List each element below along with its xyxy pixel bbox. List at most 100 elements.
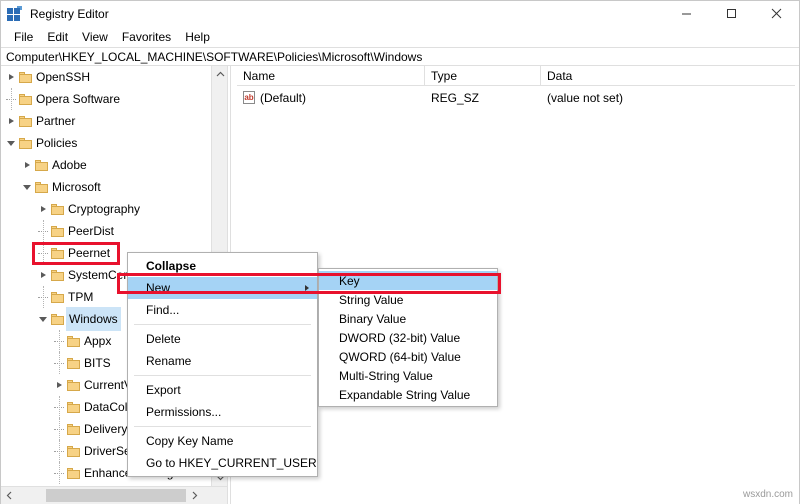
context-menu-item-label: New bbox=[146, 281, 171, 295]
context-menu-item-label: Permissions... bbox=[146, 405, 222, 419]
context-menu-item-label: Rename bbox=[146, 354, 192, 368]
value-type-cell: REG_SZ bbox=[431, 90, 480, 105]
context-menu-item-collapse[interactable]: Collapse bbox=[128, 255, 317, 277]
tree-item-openssh[interactable]: OpenSSH bbox=[1, 66, 211, 88]
tree-item-peerdist[interactable]: PeerDist bbox=[1, 220, 211, 242]
scroll-up-icon[interactable] bbox=[212, 66, 227, 83]
column-header-type[interactable]: Type bbox=[425, 66, 541, 85]
menu-help[interactable]: Help bbox=[178, 28, 217, 46]
tree-item-label: BITS bbox=[84, 356, 111, 370]
tree-connector bbox=[51, 396, 67, 418]
folder-icon bbox=[51, 225, 64, 237]
column-header-data[interactable]: Data bbox=[541, 66, 795, 85]
folder-icon bbox=[19, 137, 32, 149]
tree-item-policies[interactable]: Policies bbox=[1, 132, 211, 154]
folder-icon bbox=[51, 291, 64, 303]
menu-view[interactable]: View bbox=[75, 28, 115, 46]
tree-item-label: Policies bbox=[36, 136, 78, 150]
close-icon[interactable] bbox=[754, 1, 799, 26]
chevron-right-icon[interactable] bbox=[3, 66, 19, 88]
menu-separator bbox=[134, 324, 311, 325]
tree-connector bbox=[35, 220, 51, 242]
submenu-item-multi-string-value[interactable]: Multi-String Value bbox=[319, 366, 497, 385]
menu-file[interactable]: File bbox=[7, 28, 40, 46]
folder-icon bbox=[35, 159, 48, 171]
context-menu-item-new[interactable]: New bbox=[128, 277, 317, 299]
chevron-right-icon[interactable] bbox=[35, 198, 51, 220]
context-menu-item-go-to-hkey-current-user[interactable]: Go to HKEY_CURRENT_USER bbox=[128, 452, 317, 474]
tree-hscroll-thumb[interactable] bbox=[46, 489, 186, 502]
submenu-item-string-value[interactable]: String Value bbox=[319, 290, 497, 309]
tree-connector bbox=[51, 330, 67, 352]
context-menu-item-copy-key-name[interactable]: Copy Key Name bbox=[128, 430, 317, 452]
context-menu-item-label: Go to HKEY_CURRENT_USER bbox=[146, 456, 317, 470]
address-bar[interactable]: Computer\HKEY_LOCAL_MACHINE\SOFTWARE\Pol… bbox=[1, 47, 799, 66]
submenu-item-expandable-string-value[interactable]: Expandable String Value bbox=[319, 385, 497, 404]
tree-connector bbox=[35, 242, 51, 264]
maximize-icon[interactable] bbox=[709, 1, 754, 26]
folder-icon bbox=[51, 313, 64, 325]
registry-editor-icon bbox=[7, 5, 23, 22]
registry-path: Computer\HKEY_LOCAL_MACHINE\SOFTWARE\Pol… bbox=[6, 49, 423, 64]
tree-item-label: Microsoft bbox=[52, 180, 101, 194]
context-menu-item-delete[interactable]: Delete bbox=[128, 328, 317, 350]
tree-item-adobe[interactable]: Adobe bbox=[1, 154, 211, 176]
tree-connector bbox=[3, 88, 19, 110]
column-header-name[interactable]: Name bbox=[237, 66, 425, 85]
table-row[interactable]: ab (Default) REG_SZ (value not set) bbox=[237, 87, 795, 108]
window-controls bbox=[664, 1, 799, 26]
folder-icon bbox=[19, 115, 32, 127]
chevron-right-icon[interactable] bbox=[51, 374, 67, 396]
submenu-item-qword-64-bit-value[interactable]: QWORD (64-bit) Value bbox=[319, 347, 497, 366]
registry-editor-window: Registry Editor File Edit View Favorites… bbox=[0, 0, 800, 504]
context-menu-item-rename[interactable]: Rename bbox=[128, 350, 317, 372]
folder-icon bbox=[67, 401, 80, 413]
submenu-item-binary-value[interactable]: Binary Value bbox=[319, 309, 497, 328]
tree-connector bbox=[51, 418, 67, 440]
menu-edit[interactable]: Edit bbox=[40, 28, 75, 46]
watermark: wsxdn.com bbox=[742, 489, 793, 500]
tree-item-label: PeerDist bbox=[68, 224, 115, 238]
tree-item-opera-software[interactable]: Opera Software bbox=[1, 88, 211, 110]
tree-item-label: Cryptography bbox=[68, 202, 141, 216]
tree-item-microsoft[interactable]: Microsoft bbox=[1, 176, 211, 198]
minimize-icon[interactable] bbox=[664, 1, 709, 26]
chevron-right-icon[interactable] bbox=[35, 264, 51, 286]
new-submenu[interactable]: Key String Value Binary Value DWORD (32-bit… bbox=[318, 268, 498, 407]
tree-item-label: Windows bbox=[66, 307, 121, 331]
folder-icon bbox=[67, 423, 80, 435]
chevron-right-icon[interactable] bbox=[19, 154, 35, 176]
context-menu-item-export[interactable]: Export bbox=[128, 379, 317, 401]
tree-item-label: OpenSSH bbox=[36, 70, 91, 84]
chevron-down-icon[interactable] bbox=[19, 176, 35, 198]
folder-icon bbox=[35, 181, 48, 193]
context-menu-item-label: Find... bbox=[146, 303, 180, 317]
tree-item-label: Partner bbox=[36, 114, 76, 128]
context-menu-item-find[interactable]: Find... bbox=[128, 299, 317, 321]
tree-connector bbox=[51, 440, 67, 462]
scroll-left-icon[interactable] bbox=[1, 487, 18, 504]
menu-favorites[interactable]: Favorites bbox=[115, 28, 178, 46]
submenu-item-key[interactable]: Key bbox=[319, 271, 497, 290]
folder-icon bbox=[67, 357, 80, 369]
folder-icon bbox=[67, 467, 80, 479]
context-menu-item-label: Collapse bbox=[146, 259, 197, 273]
tree-item-partner[interactable]: Partner bbox=[1, 110, 211, 132]
submenu-item-dword-32-bit-value[interactable]: DWORD (32-bit) Value bbox=[319, 328, 497, 347]
context-menu[interactable]: Collapse New Find... Delete Rename Export Perm… bbox=[127, 252, 318, 477]
folder-icon bbox=[19, 93, 32, 105]
tree-item-label: Appx bbox=[84, 334, 112, 348]
folder-icon bbox=[67, 379, 80, 391]
chevron-down-icon[interactable] bbox=[35, 308, 51, 330]
chevron-down-icon[interactable] bbox=[3, 132, 19, 154]
context-menu-item-label: Delete bbox=[146, 332, 181, 346]
context-menu-item-permissions[interactable]: Permissions... bbox=[128, 401, 317, 423]
tree-item-label: Opera Software bbox=[36, 92, 121, 106]
scroll-right-icon[interactable] bbox=[186, 487, 203, 504]
string-value-icon: ab bbox=[243, 91, 255, 104]
folder-icon bbox=[51, 247, 64, 259]
tree-horizontal-scrollbar[interactable] bbox=[1, 486, 227, 504]
tree-item-label: TPM bbox=[68, 290, 94, 304]
tree-item-cryptography[interactable]: Cryptography bbox=[1, 198, 211, 220]
chevron-right-icon[interactable] bbox=[3, 110, 19, 132]
